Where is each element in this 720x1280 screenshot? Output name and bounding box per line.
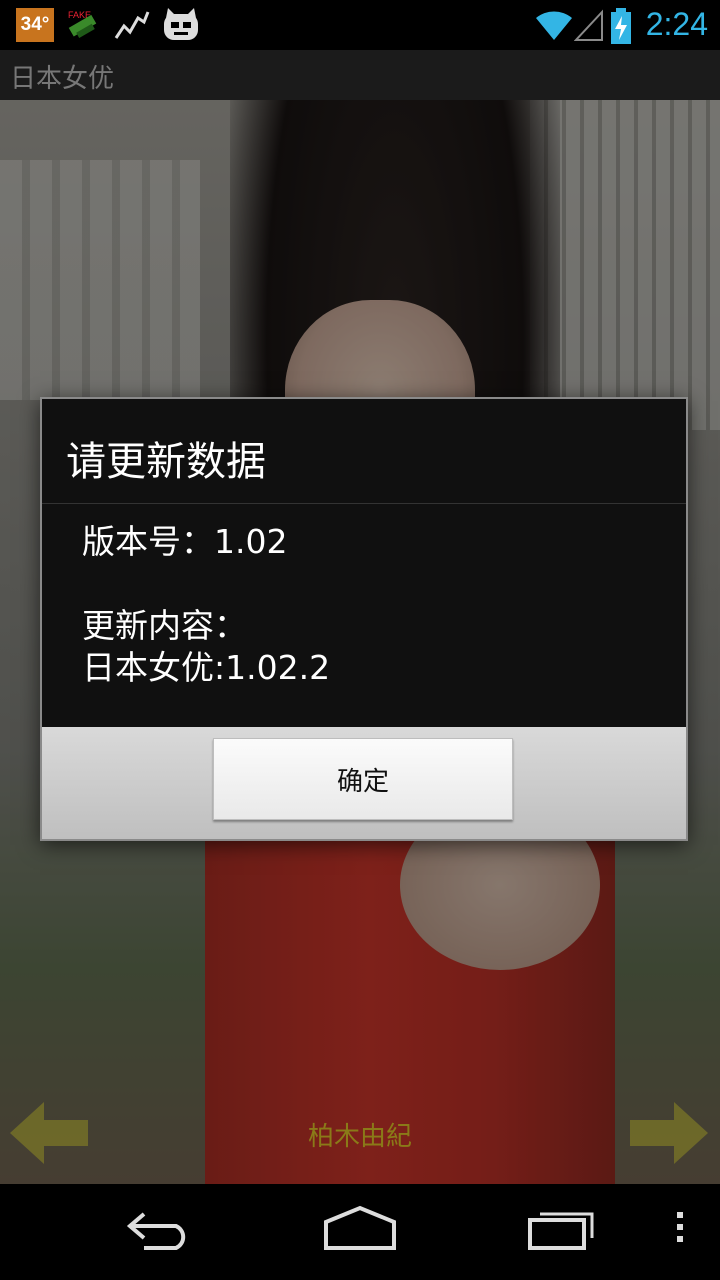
version-line: 版本号：1.02 — [82, 522, 288, 561]
cyanogen-mascot-icon — [162, 8, 200, 46]
navigation-bar — [0, 1184, 720, 1280]
menu-overflow-icon[interactable] — [670, 1202, 690, 1256]
wifi-icon — [534, 8, 574, 46]
back-icon[interactable] — [124, 1202, 196, 1256]
action-bar: 日本女优 — [0, 50, 720, 102]
photo-caption: 柏木由紀 — [307, 1122, 412, 1152]
fake-location-icon: FAKE — [66, 8, 104, 48]
screen: 34° FAKE 2:24 日本女优 柏木由紀 请更新数据 版本号：1.02 更… — [0, 0, 720, 1280]
recent-apps-icon[interactable] — [526, 1202, 598, 1256]
cell-signal-icon — [573, 8, 604, 46]
temperature-badge: 34° — [16, 8, 54, 42]
battery-charging-icon — [610, 8, 632, 48]
ok-button[interactable]: 确定 — [213, 738, 513, 820]
update-content-value: 日本女优:1.02.2 — [82, 648, 331, 687]
clock: 2:24 — [645, 6, 708, 42]
status-bar: 34° FAKE 2:24 — [0, 0, 720, 50]
update-content-label: 更新内容： — [82, 606, 247, 645]
update-dialog: 请更新数据 版本号：1.02 更新内容： 日本女优:1.02.2 确定 — [40, 397, 688, 841]
home-icon[interactable] — [322, 1202, 398, 1256]
activity-graph-icon — [114, 8, 150, 46]
dialog-title-bar: 请更新数据 — [42, 399, 686, 504]
dialog-message: 版本号：1.02 更新内容： 日本女优:1.02.2 — [42, 504, 686, 726]
dialog-title: 请更新数据 — [66, 439, 266, 485]
dialog-button-bar: 确定 — [42, 727, 686, 839]
app-title: 日本女优 — [10, 64, 115, 94]
